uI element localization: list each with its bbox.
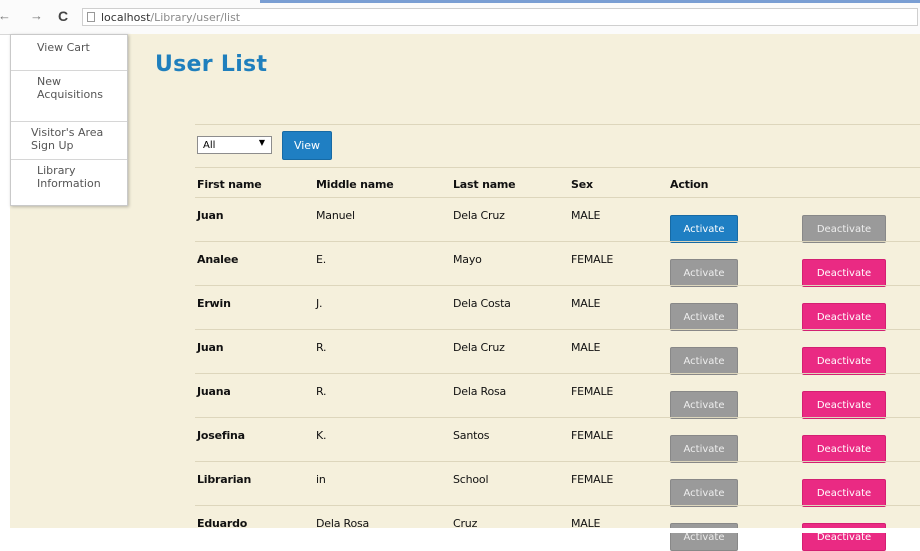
cell-first-name: Erwin — [197, 297, 231, 310]
tab-accent-line — [260, 0, 920, 3]
cell-first-name: Josefina — [197, 429, 245, 442]
table-row: Juana R. Dela Rosa FEMALE Activate Deactivate — [195, 373, 920, 419]
cell-sex: MALE — [571, 209, 601, 222]
table-row: Eduardo Dela Rosa Cruz MALE Activate Deactiva… — [195, 505, 920, 551]
cell-last-name: Dela Cruz — [453, 209, 505, 222]
sidebar-item-new-acquisitions[interactable]: New Acquisitions — [11, 71, 127, 122]
divider — [195, 124, 920, 125]
column-header-action: Action — [670, 178, 709, 191]
cell-middle-name: E. — [316, 253, 327, 266]
cell-last-name: Dela Costa — [453, 297, 511, 310]
forward-icon[interactable]: → — [30, 9, 43, 23]
deactivate-button[interactable]: Deactivate — [802, 215, 886, 243]
activate-button[interactable]: Activate — [670, 215, 738, 243]
cell-middle-name: R. — [316, 341, 327, 354]
column-header-middle-name: Middle name — [316, 178, 394, 191]
address-bar[interactable]: localhost/Library/user/list — [82, 8, 918, 26]
sidebar-item-label: Library Information — [37, 164, 101, 190]
cell-first-name: Analee — [197, 253, 239, 266]
cell-first-name: Juan — [197, 209, 224, 222]
activate-button[interactable]: Activate — [670, 391, 738, 419]
sidebar-item-view-cart[interactable]: View Cart — [11, 35, 127, 71]
filter-selected-value: All — [203, 139, 216, 151]
deactivate-button[interactable]: Deactivate — [802, 347, 886, 375]
table-row: Juan Manuel Dela Cruz MALE Activate Deactivat… — [195, 197, 920, 243]
deactivate-button[interactable]: Deactivate — [802, 303, 886, 331]
cell-middle-name: in — [316, 473, 326, 486]
cell-sex: MALE — [571, 297, 601, 310]
reload-icon[interactable]: C — [58, 9, 68, 23]
table-row: Librarian in School FEMALE Activate Deactivat… — [195, 461, 920, 507]
sidebar-item-label: New Acquisitions — [37, 75, 103, 101]
url-host: localhost — [101, 10, 151, 24]
view-button[interactable]: View — [282, 131, 332, 160]
cell-last-name: Santos — [453, 429, 490, 442]
cell-middle-name: Manuel — [316, 209, 355, 222]
url-path: /Library/user/list — [150, 10, 241, 24]
sidebar-item-visitor-sign-up[interactable]: Visitor's Area Sign Up — [11, 122, 127, 160]
deactivate-button[interactable]: Deactivate — [802, 479, 886, 507]
cell-sex: FEMALE — [571, 429, 614, 442]
window-bottom-edge — [0, 528, 920, 533]
table-row: Juan R. Dela Cruz MALE Activate Deactivate — [195, 329, 920, 375]
column-header-last-name: Last name — [453, 178, 516, 191]
page-icon — [87, 12, 95, 22]
cell-last-name: Mayo — [453, 253, 482, 266]
filter-select[interactable]: All ▼ — [197, 136, 272, 154]
chevron-down-icon: ▼ — [258, 138, 265, 147]
cell-last-name: School — [453, 473, 489, 486]
page-title: User List — [155, 52, 268, 77]
sidebar-item-label: View Cart — [37, 41, 90, 54]
sidebar-item-label: Visitor's Area Sign Up — [31, 126, 104, 152]
cell-sex: FEMALE — [571, 253, 614, 266]
activate-button[interactable]: Activate — [670, 259, 738, 287]
activate-button[interactable]: Activate — [670, 347, 738, 375]
back-icon[interactable]: ← — [0, 9, 11, 23]
table-row: Erwin J. Dela Costa MALE Activate Deactivate — [195, 285, 920, 331]
activate-button[interactable]: Activate — [670, 479, 738, 507]
sidebar-item-library-information[interactable]: Library Information — [11, 160, 127, 207]
table-row: Josefina K. Santos FEMALE Activate Deactivate — [195, 417, 920, 463]
cell-last-name: Dela Cruz — [453, 341, 505, 354]
browser-toolbar: ← → C localhost/Library/user/list — [0, 0, 920, 35]
deactivate-button[interactable]: Deactivate — [802, 391, 886, 419]
sidebar-menu: View Cart New Acquisitions Visitor's Are… — [10, 34, 128, 206]
cell-first-name: Juana — [197, 385, 231, 398]
column-header-sex: Sex — [571, 178, 593, 191]
cell-sex: FEMALE — [571, 385, 614, 398]
cell-sex: FEMALE — [571, 473, 614, 486]
column-header-first-name: First name — [197, 178, 262, 191]
activate-button[interactable]: Activate — [670, 303, 738, 331]
cell-middle-name: R. — [316, 385, 327, 398]
cell-middle-name: J. — [316, 297, 323, 310]
cell-first-name: Librarian — [197, 473, 252, 486]
cell-sex: MALE — [571, 341, 601, 354]
activate-button[interactable]: Activate — [670, 435, 738, 463]
table-row: Analee E. Mayo FEMALE Activate Deactivate — [195, 241, 920, 287]
deactivate-button[interactable]: Deactivate — [802, 259, 886, 287]
cell-last-name: Dela Rosa — [453, 385, 507, 398]
cell-first-name: Juan — [197, 341, 224, 354]
deactivate-button[interactable]: Deactivate — [802, 435, 886, 463]
cell-middle-name: K. — [316, 429, 327, 442]
divider — [195, 167, 920, 168]
